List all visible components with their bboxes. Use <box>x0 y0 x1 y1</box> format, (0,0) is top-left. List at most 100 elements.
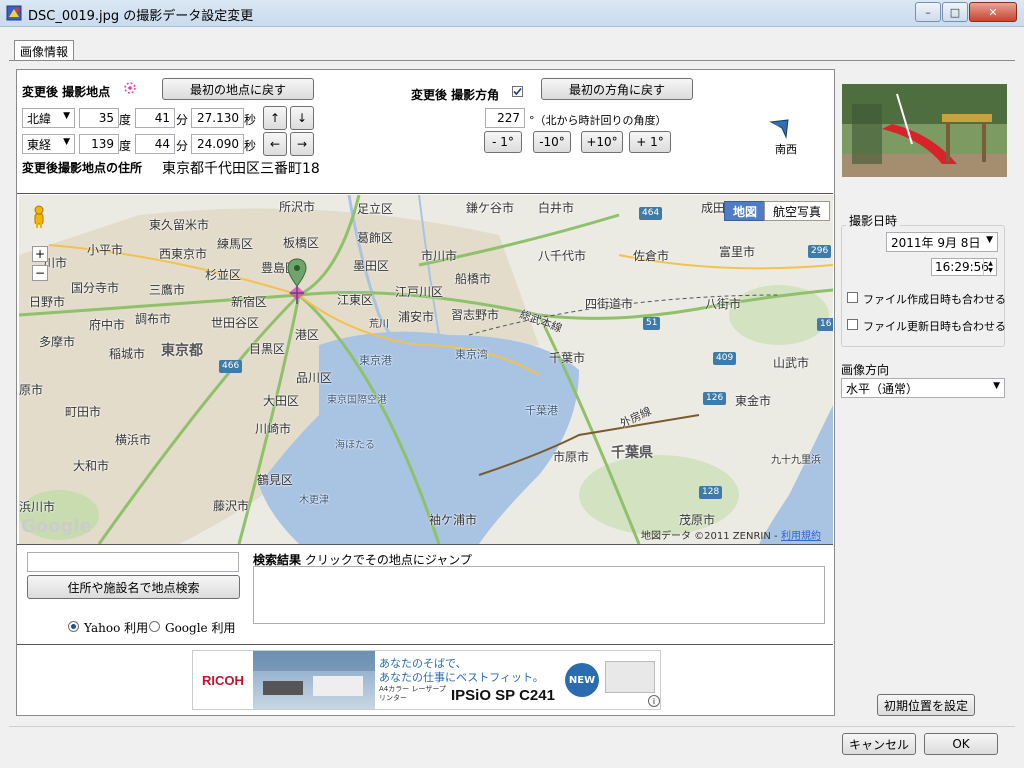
ad-product: IPSiO SP C241 <box>451 687 555 704</box>
reset-location-button[interactable]: 最初の地点に戻す <box>162 78 314 100</box>
search-results-list[interactable] <box>253 566 825 624</box>
map-label: 調布市 <box>135 312 172 326</box>
map-label: 成田 <box>701 201 726 215</box>
sync-modified-checkbox[interactable] <box>847 319 858 330</box>
google-radio[interactable] <box>149 621 160 632</box>
direction-checkbox[interactable] <box>512 86 523 97</box>
map-type-aerial-button[interactable]: 航空写真 <box>764 201 830 221</box>
longitude-minute-field[interactable]: 44 <box>135 134 175 154</box>
latitude-second-field[interactable]: 27.130 <box>191 108 244 128</box>
set-initial-position-button[interactable]: 初期位置を設定 <box>877 694 975 716</box>
photo-thumbnail <box>842 84 1007 177</box>
unit-second: 秒 <box>244 139 257 153</box>
chevron-down-icon: ▼ <box>63 111 70 121</box>
search-input[interactable] <box>27 552 239 572</box>
latitude-minute-field[interactable]: 41 <box>135 108 175 128</box>
move-down-button[interactable]: ↓ <box>290 106 314 130</box>
arrow-up-icon: ↑ <box>269 111 281 125</box>
maximize-icon: □ <box>949 5 961 19</box>
zoom-in-button[interactable]: + <box>32 246 48 262</box>
map-label: 袖ケ浦市 <box>429 513 478 527</box>
longitude-second-field[interactable]: 24.090 <box>191 134 244 154</box>
unit-degree: 度 <box>119 139 132 153</box>
zoom-out-button[interactable]: − <box>32 265 48 281</box>
direction-value-field[interactable]: 227 <box>485 108 525 128</box>
plus-10-button[interactable]: +10° <box>581 131 623 153</box>
map-label: 木更津 <box>299 495 329 506</box>
ad-brand: RICOH <box>193 651 253 709</box>
direction-hint: °（北から時計回りの角度） <box>529 114 667 127</box>
move-up-button[interactable]: ↑ <box>263 106 287 130</box>
yahoo-radio[interactable] <box>68 621 79 632</box>
minus-1-button[interactable]: - 1° <box>484 131 522 153</box>
map-label: 浜川市 <box>19 500 56 514</box>
map-label: 三鷹市 <box>149 283 186 297</box>
longitude-direction-select[interactable]: 東経 ▼ <box>22 134 75 154</box>
map-view[interactable]: 464 296 51 16 466 409 126 128 所沢市 足立区 鎌ケ… <box>19 195 833 544</box>
map-label: 国分寺市 <box>71 281 120 295</box>
window-title: DSC_0019.jpg の撮影データ設定変更 <box>28 9 254 24</box>
longitude-degree-field[interactable]: 139 <box>79 134 119 154</box>
minimize-button[interactable]: – <box>915 2 941 22</box>
section-divider <box>17 544 833 545</box>
map-label: 稲城市 <box>109 347 146 361</box>
sync-modified-label: ファイル更新日時も合わせる <box>863 320 1006 333</box>
cancel-button[interactable]: キャンセル <box>842 733 916 755</box>
google-logo: Google <box>21 516 92 537</box>
terms-link[interactable]: 利用規約 <box>781 527 821 542</box>
title-bar[interactable]: DSC_0019.jpg の撮影データ設定変更 – □ ✕ <box>0 0 1024 27</box>
date-picker[interactable]: 2011年 9月 8日 ▼ <box>886 232 998 252</box>
reset-direction-button[interactable]: 最初の方角に戻す <box>541 78 693 100</box>
map-label: 川崎市 <box>255 422 292 436</box>
section-divider <box>17 193 833 194</box>
target-icon[interactable] <box>122 80 138 96</box>
chevron-down-icon: ▼ <box>63 137 70 147</box>
ad-banner[interactable]: RICOH あなたのそばで、 あなたの仕事にベストフィット。 A4カラー レーザ… <box>192 650 661 710</box>
yahoo-radio-label: Yahoo 利用 <box>84 621 149 635</box>
plus-1-button[interactable]: + 1° <box>629 131 671 153</box>
latitude-degree-field[interactable]: 35 <box>79 108 119 128</box>
map-label: 多摩市 <box>39 335 76 349</box>
map-label: 東京都 <box>161 343 203 359</box>
minus-10-button[interactable]: -10° <box>533 131 571 153</box>
ad-info-icon[interactable]: i <box>648 695 660 707</box>
footer-divider <box>9 726 1015 727</box>
maximize-button[interactable]: □ <box>942 2 968 22</box>
map-copyright: 地図データ ©2011 ZENRIN - <box>641 531 778 542</box>
move-left-button[interactable]: ← <box>263 132 287 156</box>
arrow-right-icon: → <box>296 137 308 151</box>
route-badge: 128 <box>699 486 723 499</box>
spin-up-icon[interactable]: ▲ <box>988 260 993 267</box>
set-initial-position-label: 初期位置を設定 <box>883 698 968 713</box>
map-label: 市原市 <box>553 450 590 464</box>
map-label: 富里市 <box>719 245 756 259</box>
time-spinner[interactable]: ▲ ▼ <box>983 259 997 275</box>
map-label: 練馬区 <box>217 237 254 251</box>
map-label: 横浜市 <box>115 433 152 447</box>
map-label: 白井市 <box>538 201 575 215</box>
spin-down-icon[interactable]: ▼ <box>988 267 993 274</box>
unit-degree: 度 <box>119 113 132 127</box>
map-type-map-button[interactable]: 地図 <box>724 201 766 221</box>
search-place-button[interactable]: 住所や施設名で地点検索 <box>27 575 240 599</box>
location-marker-icon[interactable] <box>287 258 307 308</box>
ad-small: A4カラー レーザープリンター <box>379 685 446 702</box>
search-results-label: 検索結果 <box>253 553 302 567</box>
ad-office-image <box>253 651 375 709</box>
orientation-select[interactable]: 水平（通常） ▼ <box>841 378 1005 398</box>
map-label: 海ほたる <box>335 440 375 451</box>
map-label: 四街道市 <box>585 297 634 311</box>
cancel-label: キャンセル <box>848 737 909 752</box>
move-right-button[interactable]: → <box>290 132 314 156</box>
latitude-direction-select[interactable]: 北緯 ▼ <box>22 108 75 128</box>
address-value: 東京都千代田区三番町18 <box>162 161 320 177</box>
map-label: 千葉港 <box>525 404 558 417</box>
map-label: 足立区 <box>357 202 394 216</box>
sync-created-checkbox[interactable] <box>847 292 858 303</box>
map-label: 江東区 <box>337 293 374 307</box>
close-button[interactable]: ✕ <box>969 2 1017 22</box>
street-view-pegman-icon[interactable] <box>31 205 47 229</box>
ok-button[interactable]: OK <box>924 733 998 755</box>
tab-image-info[interactable]: 画像情報 <box>14 40 74 61</box>
map-label: 八千代市 <box>538 249 587 263</box>
